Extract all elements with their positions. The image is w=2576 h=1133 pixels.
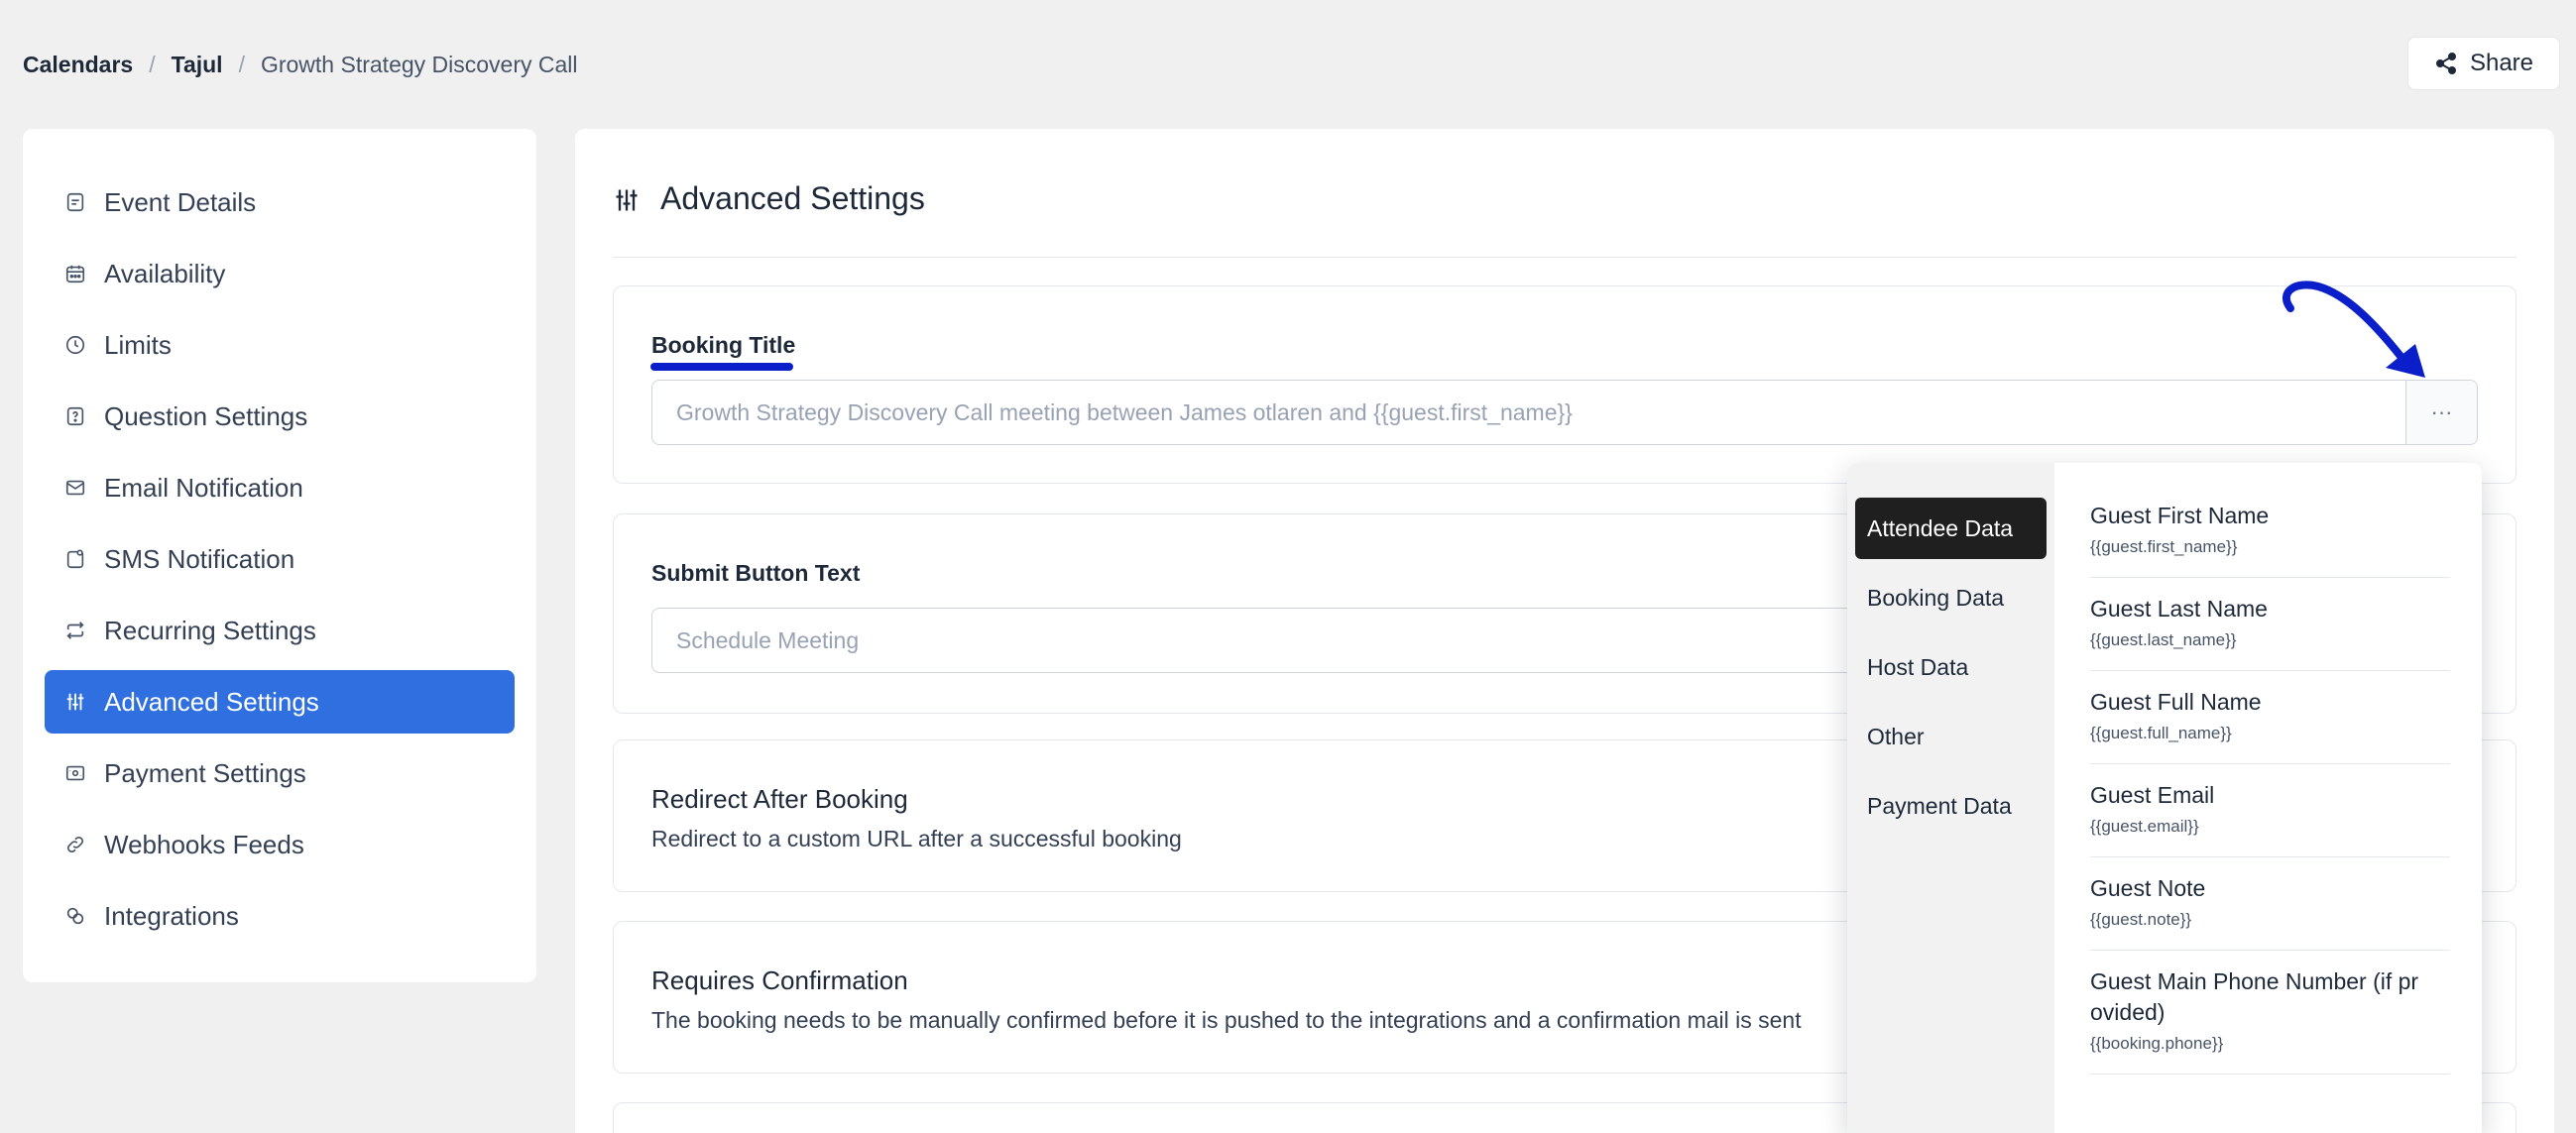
sidebar-item-sms-notification[interactable]: SMS Notification bbox=[45, 527, 515, 591]
category-attendee-data[interactable]: Attendee Data bbox=[1855, 498, 2047, 559]
sidebar-item-webhooks-feeds[interactable]: Webhooks Feeds bbox=[45, 813, 515, 876]
sidebar-item-label: Recurring Settings bbox=[104, 615, 316, 645]
variable-option[interactable]: Guest First Name {{guest.first_name}} bbox=[2090, 485, 2450, 578]
breadcrumb-current-event: Growth Strategy Discovery Call bbox=[260, 51, 578, 77]
sidebar-item-label: Email Notification bbox=[104, 472, 303, 503]
share-label: Share bbox=[2469, 50, 2534, 76]
booking-title-value: Growth Strategy Discovery Call meeting b… bbox=[676, 398, 1573, 425]
annotation-underline bbox=[650, 363, 793, 371]
category-host-data[interactable]: Host Data bbox=[1855, 636, 2047, 698]
breadcrumb-owner[interactable]: Tajul bbox=[172, 52, 223, 78]
calendar-icon bbox=[65, 265, 85, 283]
variable-option[interactable]: Guest Note {{guest.note}} bbox=[2090, 857, 2450, 951]
annotation-arrow-icon bbox=[2282, 281, 2425, 378]
sidebar-item-label: Event Details bbox=[104, 186, 257, 217]
sidebar-item-label: Payment Settings bbox=[104, 757, 306, 788]
sms-icon bbox=[66, 549, 84, 569]
sidebar-item-label: Availability bbox=[104, 258, 226, 288]
variable-option[interactable]: Guest Main Phone Number (if pr ovided) {… bbox=[2090, 951, 2450, 1075]
redirect-after-booking-description: Redirect to a custom URL after a success… bbox=[651, 826, 1182, 851]
sliders-icon bbox=[616, 189, 638, 211]
variable-option-code: {{guest.first_name}} bbox=[2090, 537, 2238, 556]
breadcrumb-calendars[interactable]: Calendars bbox=[23, 52, 133, 78]
sliders-icon bbox=[66, 693, 84, 711]
sidebar-item-label: Limits bbox=[104, 329, 172, 360]
submit-button-text-placeholder: Schedule Meeting bbox=[676, 626, 860, 653]
category-booking-data[interactable]: Booking Data bbox=[1855, 567, 2047, 628]
sidebar-item-label: Integrations bbox=[104, 900, 239, 931]
sidebar-item-email-notification[interactable]: Email Notification bbox=[45, 456, 515, 519]
requires-confirmation-title: Requires Confirmation bbox=[651, 965, 908, 995]
booking-title-input[interactable]: Growth Strategy Discovery Call meeting b… bbox=[651, 380, 2478, 445]
variable-option[interactable]: Guest Full Name {{guest.full_name}} bbox=[2090, 671, 2450, 764]
variable-option-label: Guest Email bbox=[2090, 782, 2215, 808]
sidebar-item-integrations[interactable]: Integrations bbox=[45, 884, 515, 948]
variable-option[interactable]: Guest Email {{guest.email}} bbox=[2090, 764, 2450, 857]
variable-option-code: {{guest.note}} bbox=[2090, 910, 2192, 929]
sidebar-item-availability[interactable]: Availability bbox=[45, 242, 515, 305]
payment-icon bbox=[65, 765, 85, 781]
variable-option-code: {{guest.full_name}} bbox=[2090, 724, 2232, 742]
sidebar-item-advanced-settings[interactable]: Advanced Settings bbox=[45, 670, 515, 734]
submit-button-text-label: Submit Button Text bbox=[651, 560, 861, 586]
variable-categories: Attendee Data Booking Data Host Data Oth… bbox=[1847, 463, 2054, 1133]
repeat-icon bbox=[66, 622, 84, 639]
booking-title-label: Booking Title bbox=[651, 332, 796, 358]
page-title: Advanced Settings bbox=[660, 180, 925, 216]
page-header: Advanced Settings bbox=[613, 169, 2517, 258]
question-icon bbox=[66, 406, 84, 426]
sidebar-item-label: Advanced Settings bbox=[104, 686, 319, 717]
breadcrumb-separator: / bbox=[238, 51, 245, 77]
sidebar-item-label: Webhooks Feeds bbox=[104, 829, 304, 859]
sidebar-item-label: Question Settings bbox=[104, 400, 308, 431]
variable-option-label: Guest Main Phone Number (if pr ovided) bbox=[2090, 968, 2419, 1025]
share-icon bbox=[2435, 53, 2456, 74]
booking-title-card: Booking Title Growth Strategy Discovery … bbox=[613, 285, 2517, 484]
category-payment-data[interactable]: Payment Data bbox=[1855, 775, 2047, 837]
sidebar-item-question-settings[interactable]: Question Settings bbox=[45, 385, 515, 448]
variable-option-label: Guest Note bbox=[2090, 875, 2206, 901]
variable-option[interactable]: Guest Last Name {{guest.last_name}} bbox=[2090, 578, 2450, 671]
variables-dropdown: Attendee Data Booking Data Host Data Oth… bbox=[1847, 463, 2482, 1133]
redirect-after-booking-title: Redirect After Booking bbox=[651, 784, 908, 814]
sidebar-item-payment-settings[interactable]: Payment Settings bbox=[45, 741, 515, 805]
sidebar-item-label: SMS Notification bbox=[104, 543, 295, 574]
variable-option-code: {{booking.phone}} bbox=[2090, 1034, 2224, 1053]
sidebar-item-event-details[interactable]: Event Details bbox=[45, 170, 515, 234]
mail-icon bbox=[65, 480, 85, 496]
variable-option-code: {{guest.last_name}} bbox=[2090, 630, 2237, 649]
sidebar-item-limits[interactable]: Limits bbox=[45, 313, 515, 377]
more-horizontal-icon: ··· bbox=[2430, 399, 2453, 424]
requires-confirmation-description: The booking needs to be manually confirm… bbox=[651, 1007, 1802, 1033]
category-other[interactable]: Other bbox=[1855, 706, 2047, 767]
clock-icon bbox=[65, 335, 85, 355]
document-icon bbox=[66, 192, 84, 212]
variable-option-label: Guest Last Name bbox=[2090, 596, 2268, 622]
settings-sidebar: Event Details Availability Limits Questi… bbox=[23, 129, 536, 982]
sidebar-item-recurring-settings[interactable]: Recurring Settings bbox=[45, 599, 515, 662]
variable-option-label: Guest Full Name bbox=[2090, 689, 2262, 715]
link-icon bbox=[66, 836, 84, 853]
share-button[interactable]: Share bbox=[2407, 37, 2560, 90]
breadcrumb: Calendars / Tajul / Growth Strategy Disc… bbox=[23, 49, 578, 80]
integrations-icon bbox=[66, 907, 84, 925]
variable-option-label: Guest First Name bbox=[2090, 503, 2270, 528]
breadcrumb-separator: / bbox=[149, 51, 156, 77]
variable-option-code: {{guest.email}} bbox=[2090, 817, 2199, 836]
variable-options: Guest First Name {{guest.first_name}} Gu… bbox=[2054, 463, 2482, 1133]
